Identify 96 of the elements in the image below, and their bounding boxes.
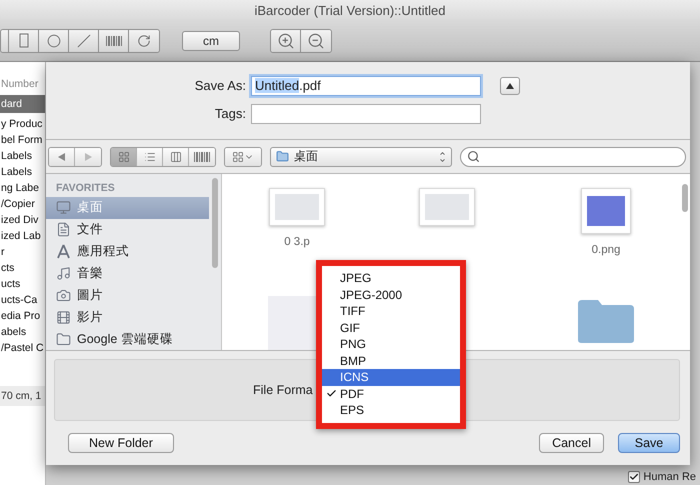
collapse-button[interactable] <box>500 76 520 94</box>
status-text: 70 cm, 1 <box>0 386 45 406</box>
cover-flow-button[interactable] <box>189 148 215 166</box>
line-tool-button[interactable] <box>69 30 99 52</box>
screenshot-thumbnail[interactable] <box>419 188 475 226</box>
checkbox[interactable] <box>628 471 640 483</box>
screenshot-thumbnail[interactable] <box>269 188 325 226</box>
document-icon <box>56 222 71 238</box>
columns-icon <box>170 150 182 162</box>
template-item[interactable]: abels <box>0 324 45 340</box>
template-item[interactable]: bel Form <box>0 132 45 148</box>
template-item[interactable]: Labels <box>0 148 45 164</box>
list-view-button[interactable] <box>137 148 163 166</box>
template-item[interactable]: cts <box>0 260 45 276</box>
default-button[interactable]: Save <box>618 433 680 453</box>
template-item[interactable]: ucts <box>0 276 45 292</box>
rectangle-icon <box>18 33 28 48</box>
barcode-tool-button[interactable] <box>99 30 129 52</box>
search-field[interactable] <box>460 146 686 166</box>
template-item[interactable]: ized Lab <box>0 228 45 244</box>
search-icon <box>467 150 480 163</box>
template-item[interactable]: y Produc <box>0 116 45 132</box>
music-note-icon <box>56 266 71 281</box>
dialog-button[interactable]: Cancel <box>539 433 604 453</box>
back-icon <box>58 152 65 160</box>
sidebar-item[interactable]: 影片 <box>46 306 209 328</box>
film-icon <box>56 310 71 325</box>
sidebar-item[interactable]: 圖片 <box>46 284 209 306</box>
applications-icon <box>56 244 71 260</box>
file-name: 0.png <box>592 244 620 256</box>
menu-item[interactable]: TIFF <box>322 303 460 320</box>
zoom-in-icon <box>276 32 294 50</box>
menu-item[interactable]: EPS <box>322 402 460 418</box>
tags-field[interactable] <box>251 104 481 124</box>
template-item[interactable]: ized Div <box>0 212 45 228</box>
stepper-down-icon <box>439 156 446 164</box>
sidebar-item[interactable]: 音樂 <box>46 262 209 284</box>
camera-icon <box>56 288 71 303</box>
file-format-label: File Forma <box>253 383 313 397</box>
sidebar-item[interactable]: Google 雲端硬碟 <box>46 328 209 350</box>
scrollbar-thumb[interactable] <box>682 184 688 212</box>
desktop-icon <box>56 200 71 216</box>
search-field[interactable]: Number <box>0 76 45 92</box>
rectangle-tool-button[interactable] <box>9 30 39 52</box>
rotate-icon <box>137 34 151 48</box>
save-as-label: Save As: <box>194 78 246 93</box>
ellipse-icon <box>46 34 60 48</box>
checkmark-icon <box>326 388 336 400</box>
grid-icon <box>118 150 130 162</box>
rectangle-tool-button[interactable] <box>1 30 9 52</box>
new-folder-button[interactable]: New Folder <box>68 433 174 453</box>
location-popup[interactable]: 桌面 <box>270 146 452 166</box>
barcode-icon <box>194 152 210 162</box>
menu-item[interactable]: ICNS <box>322 369 460 386</box>
forward-icon <box>84 152 92 160</box>
unit-button[interactable]: cm <box>182 30 240 50</box>
menu-item[interactable]: JPEG-2000 <box>322 286 460 303</box>
file-name: 0 3.p <box>284 236 310 248</box>
menu-item[interactable]: BMP <box>322 352 460 369</box>
template-item[interactable]: /Copier <box>0 196 45 212</box>
column-view-button[interactable] <box>163 148 189 166</box>
forward-button[interactable] <box>75 148 101 166</box>
zoom-out-button[interactable] <box>301 30 331 52</box>
menu-item[interactable]: GIF <box>322 320 460 336</box>
filename-field[interactable]: Untitled.pdf <box>251 76 481 96</box>
template-item[interactable]: ucts-Ca <box>0 292 45 308</box>
rotate-tool-button[interactable] <box>129 30 159 52</box>
scrollbar-thumb[interactable] <box>212 178 218 268</box>
zoom-in-button[interactable] <box>271 30 301 52</box>
template-item[interactable]: edia Pro <box>0 308 45 324</box>
barcode-icon <box>106 36 122 46</box>
triangle-up-icon <box>506 82 514 88</box>
template-item[interactable]: r <box>0 244 45 260</box>
grid-icon <box>232 150 244 162</box>
checkbox-label: Human Re <box>643 471 696 483</box>
tags-label: Tags: <box>214 106 246 121</box>
menu-item[interactable]: PNG <box>322 336 460 352</box>
stepper-up-icon <box>439 150 446 156</box>
folder-icon <box>276 150 289 163</box>
menu-item[interactable]: JPEG <box>322 270 460 286</box>
folder-icon <box>56 332 71 347</box>
line-icon <box>76 34 90 48</box>
sidebar-header: FAVORITES <box>55 182 116 194</box>
sidebar-item[interactable]: 文件 <box>46 218 209 241</box>
document-thumbnail[interactable] <box>581 188 631 234</box>
zoom-out-icon <box>307 32 325 50</box>
window-title: iBarcoder (Trial Version)::Untitled <box>254 2 446 18</box>
template-item[interactable]: Labels <box>0 164 45 180</box>
menu-item[interactable]: PDF <box>322 386 460 402</box>
sidebar-item[interactable]: 應用程式 <box>46 240 209 263</box>
ellipse-tool-button[interactable] <box>39 30 69 52</box>
template-item[interactable]: ng Labe <box>0 180 45 196</box>
template-item[interactable]: /Pastel C <box>0 340 45 356</box>
icon-view-button[interactable] <box>111 148 137 166</box>
list-tab[interactable]: dard <box>0 95 45 113</box>
back-button[interactable] <box>49 148 75 166</box>
